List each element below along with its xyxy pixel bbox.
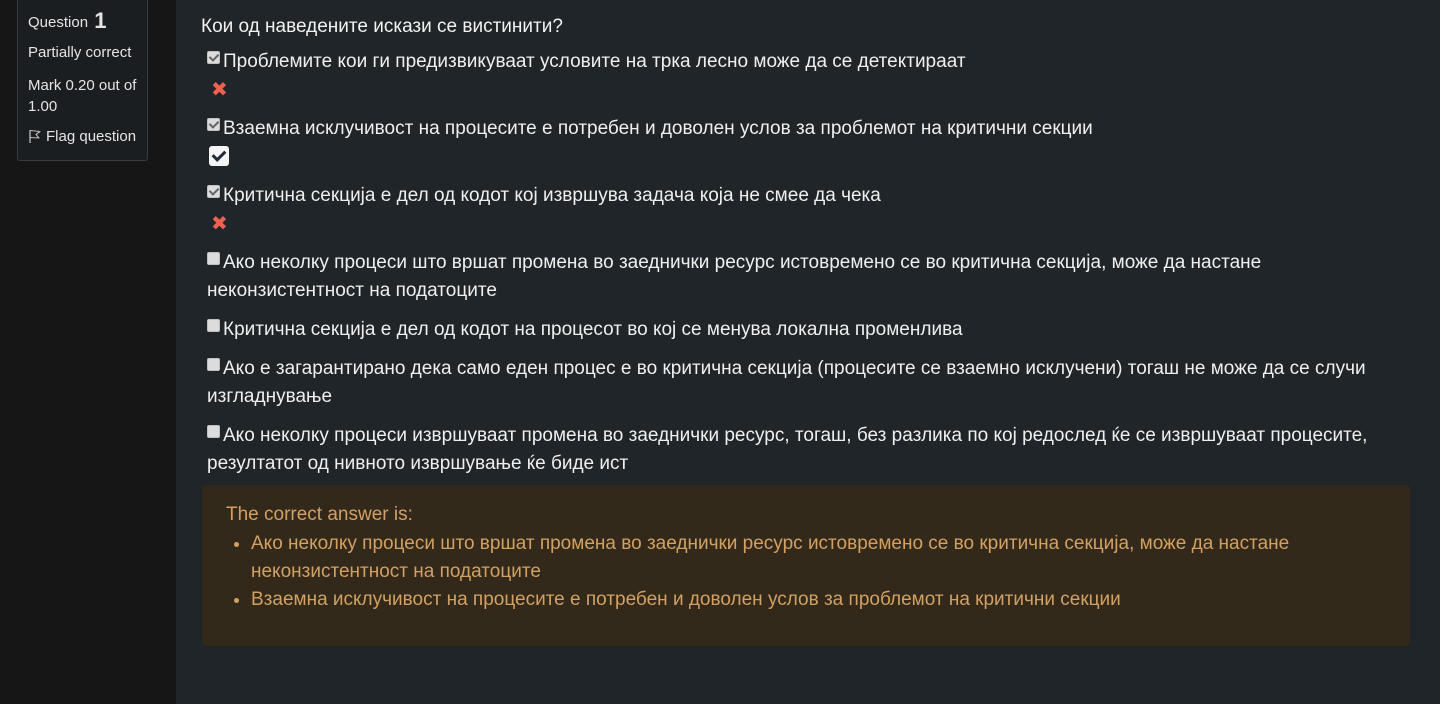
answer-label-7-line-2: резултатот од нивното извршување ќе биде… bbox=[207, 453, 629, 474]
answer-option-1[interactable]: Проблемите кои ги предизвикуваат условит… bbox=[207, 48, 1417, 76]
correct-answer-item-2: Взаемна исклучивост на процесите е потре… bbox=[251, 589, 1121, 610]
answer-checkbox-6[interactable] bbox=[207, 358, 220, 371]
answer-checkbox-7[interactable] bbox=[207, 425, 220, 438]
correct-answer-feedback: The correct answer is: Ако неколку проце… bbox=[202, 485, 1410, 646]
answer-label-4-line-1: Ако неколку процеси што вршат промена во… bbox=[223, 252, 1262, 273]
answer-checkbox-1[interactable] bbox=[207, 51, 220, 64]
correct-answer-item-1-line-2: неконзистентност на податоците bbox=[251, 561, 541, 582]
question-info-panel: Question 1 Partially correct Mark 0.20 o… bbox=[17, 0, 148, 161]
question-number: Question 1 bbox=[28, 8, 147, 36]
flag-question-label: Flag question bbox=[46, 128, 137, 145]
correct-answer-list: Ако неколку процеси што вршат промена во… bbox=[226, 530, 1386, 614]
flag-question-button[interactable]: Flag question bbox=[28, 128, 147, 145]
answer-option-7[interactable]: Ако неколку процеси извршуваат промена в… bbox=[207, 422, 1417, 478]
answer-label-5: Критична секција е дел од кодот на проце… bbox=[223, 319, 963, 340]
cross-icon: ✖ bbox=[211, 79, 228, 101]
answer-options: Проблемите кои ги предизвикуваат условит… bbox=[207, 48, 1417, 478]
answer-label-4-line-2: неконзистентност на податоците bbox=[207, 280, 497, 301]
answer-feedback-2 bbox=[209, 143, 1417, 169]
answer-option-2[interactable]: Взаемна исклучивост на процесите е потре… bbox=[207, 115, 1417, 143]
answer-checkbox-5[interactable] bbox=[207, 319, 220, 332]
answer-feedback-1: ✖ bbox=[209, 76, 1417, 102]
question-content: Кои од наведените искази се вистинити? П… bbox=[176, 0, 1440, 704]
answer-option-4[interactable]: Ако неколку процеси што вршат промена во… bbox=[207, 249, 1417, 305]
answer-feedback-3: ✖ bbox=[209, 210, 1417, 236]
correct-answer-lead: The correct answer is: bbox=[226, 504, 413, 525]
answer-option-6[interactable]: Ако е загарантирано дека само еден проце… bbox=[207, 355, 1417, 411]
answer-checkbox-2[interactable] bbox=[207, 118, 220, 131]
check-icon bbox=[209, 146, 229, 166]
grade-line-1: Mark 0.20 out of bbox=[28, 77, 137, 94]
answer-label-6-line-1: Ако е загарантирано дека само еден проце… bbox=[223, 358, 1366, 379]
question-text: Кои од наведените искази се вистинити? bbox=[201, 16, 563, 37]
answer-label-2: Взаемна исклучивост на процесите е потре… bbox=[223, 118, 1093, 139]
correct-answer-item: Взаемна исклучивост на процесите е потре… bbox=[251, 586, 1386, 614]
question-number-value: 1 bbox=[94, 8, 107, 33]
answer-option-3[interactable]: Критична секција е дел од кодот кој извр… bbox=[207, 182, 1417, 210]
correct-answer-item-1-line-1: Ако неколку процеси што вршат промена во… bbox=[251, 533, 1290, 554]
answer-checkbox-4[interactable] bbox=[207, 252, 220, 265]
answer-option-5[interactable]: Критична секција е дел од кодот на проце… bbox=[207, 316, 1417, 344]
flag-icon bbox=[29, 129, 41, 143]
answer-label-7-line-1: Ако неколку процеси извршуваат промена в… bbox=[223, 425, 1368, 446]
answer-label-1: Проблемите кои ги предизвикуваат условит… bbox=[223, 51, 966, 72]
question-label: Question bbox=[28, 14, 89, 31]
grade-line-2: 1.00 bbox=[28, 98, 58, 115]
answer-label-3: Критична секција е дел од кодот кој извр… bbox=[223, 185, 881, 206]
question-state: Partially correct bbox=[28, 44, 132, 61]
correct-answer-item: Ако неколку процеси што вршат промена во… bbox=[251, 530, 1386, 586]
answer-label-6-line-2: изгладнување bbox=[207, 386, 333, 407]
cross-icon: ✖ bbox=[211, 213, 228, 235]
answer-checkbox-3[interactable] bbox=[207, 185, 220, 198]
question-grade: Mark 0.20 out of 1.00 bbox=[28, 75, 147, 117]
